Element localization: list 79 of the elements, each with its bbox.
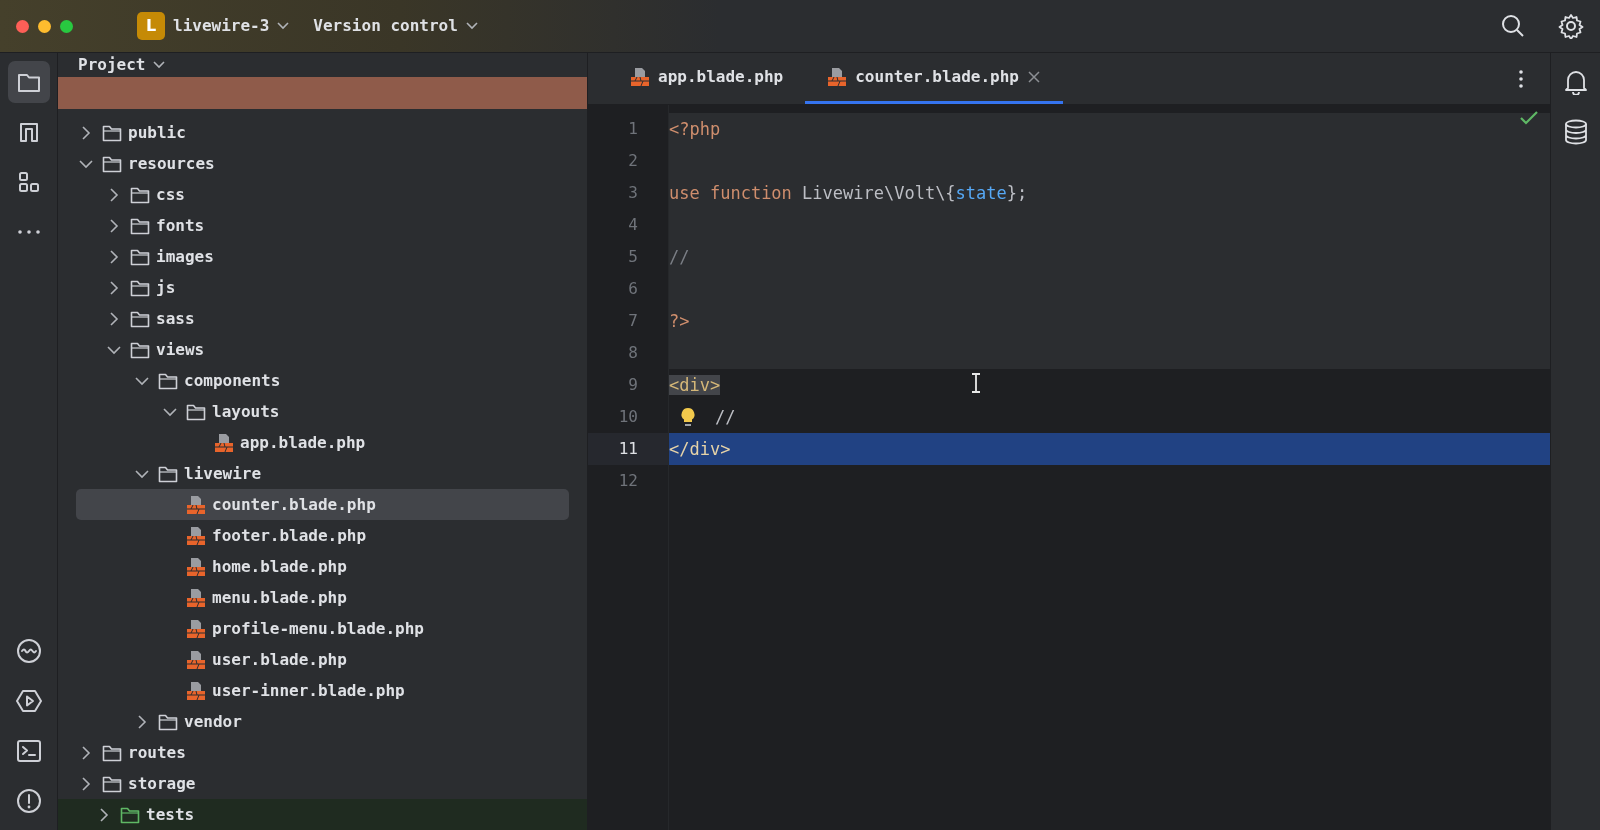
text-cursor-icon [971, 373, 981, 393]
file-item[interactable]: menu.blade.php [76, 582, 569, 613]
folder-item[interactable]: resources [76, 148, 569, 179]
folder-item[interactable]: images [76, 241, 569, 272]
database-icon [1563, 119, 1588, 145]
caret-icon [277, 22, 290, 30]
file-item[interactable]: app.blade.php [76, 427, 569, 458]
minimize-window-button[interactable] [38, 19, 51, 33]
warning-icon [15, 788, 42, 814]
file-item[interactable]: home.blade.php [76, 551, 569, 582]
folder-item[interactable]: js [76, 272, 569, 303]
project-switcher[interactable]: L livewire-3 [137, 12, 290, 40]
close-window-button[interactable] [16, 19, 29, 33]
more-icon [17, 230, 40, 234]
search-icon [1501, 14, 1525, 38]
folder-item[interactable]: storage [76, 768, 569, 799]
blade-file-icon [186, 494, 206, 515]
terminal-icon [15, 738, 42, 764]
code-text: <div> [669, 374, 721, 397]
version-control-menu[interactable]: Version control [313, 14, 478, 38]
code-text: <?php [669, 118, 721, 141]
project-view-menu[interactable]: Project [78, 53, 166, 77]
code-text: ?> [669, 310, 690, 333]
blade-file-icon [186, 618, 206, 639]
project-badge: L [137, 12, 165, 40]
code-text: // [715, 406, 736, 429]
squares-icon [16, 170, 41, 194]
code-text: </div> [669, 438, 731, 461]
settings-icon [1558, 13, 1584, 39]
line-number: 5 [627, 246, 639, 268]
folder-item[interactable]: layouts [76, 396, 569, 427]
blade-file-icon [186, 649, 206, 670]
line-number: 7 [627, 310, 639, 332]
line-number: 3 [627, 182, 639, 204]
folder-item[interactable]: fonts [76, 210, 569, 241]
bell-icon [1563, 69, 1588, 95]
caret-icon [153, 61, 166, 69]
line-number: 8 [627, 342, 639, 364]
wave-circle-icon [15, 638, 42, 664]
folder-item[interactable]: css [76, 179, 569, 210]
blade-file-icon [214, 432, 234, 453]
code-text: use function Livewire\Volt\{state}; [669, 182, 1028, 205]
project-tool-button[interactable] [7, 61, 50, 103]
folder-item[interactable]: views [76, 334, 569, 365]
code-text: // [669, 246, 690, 269]
file-item[interactable]: counter.blade.php [76, 489, 569, 520]
line-number: 6 [627, 278, 639, 300]
play-icon [15, 688, 42, 714]
line-number: 2 [627, 150, 639, 172]
line-number: 12 [617, 470, 639, 492]
folder-item[interactable]: routes [76, 737, 569, 768]
file-item[interactable]: user-inner.blade.php [76, 675, 569, 706]
check-icon [1520, 111, 1538, 125]
folder-item[interactable]: components [76, 365, 569, 396]
editor-tab[interactable]: counter.blade.php [805, 52, 1063, 104]
blade-file-icon [186, 525, 206, 546]
blade-file-icon [186, 556, 206, 577]
line-number: 11 [588, 433, 668, 465]
folder-item[interactable]: tests [58, 799, 587, 830]
line-number: 9 [627, 374, 639, 396]
close-icon [1027, 69, 1041, 84]
folder-item[interactable]: public [76, 117, 569, 148]
line-number: 4 [627, 214, 639, 236]
blade-file-icon [186, 680, 206, 701]
blade-file-icon [827, 66, 848, 87]
line-number: 10 [617, 406, 639, 428]
folder-item[interactable]: sass [76, 303, 569, 334]
caret-icon [465, 22, 478, 30]
file-item[interactable]: footer.blade.php [76, 520, 569, 551]
file-item[interactable]: profile-menu.blade.php [76, 613, 569, 644]
file-item[interactable]: user.blade.php [76, 644, 569, 675]
maximize-window-button[interactable] [60, 19, 73, 33]
blade-file-icon [186, 587, 206, 608]
more-icon [1519, 69, 1523, 88]
blade-file-icon [630, 66, 650, 87]
editor-tab[interactable]: app.blade.php [608, 52, 806, 104]
folder-item[interactable]: livewire [76, 458, 569, 489]
line-number: 1 [627, 118, 639, 140]
folder-item[interactable]: vendor [76, 706, 569, 737]
